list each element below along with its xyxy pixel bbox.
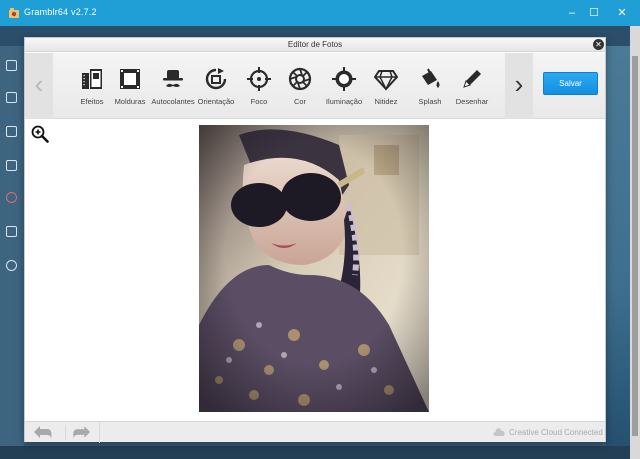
lighting-icon xyxy=(332,67,356,91)
photo-editor-dialog: Editor de Fotos ✕ ‹ Efeitos Molduras Aut… xyxy=(24,37,606,443)
redo-icon[interactable] xyxy=(65,425,93,440)
host-sidebar xyxy=(0,46,24,446)
sidebar-icon[interactable] xyxy=(6,126,17,137)
creative-cloud-status: Creative Cloud Connected xyxy=(509,428,603,437)
draw-icon xyxy=(463,70,481,88)
sidebar-icon[interactable] xyxy=(6,260,17,271)
splash-icon xyxy=(422,68,440,88)
editor-footer: Creative Cloud Connected xyxy=(25,421,605,443)
host-scrollbar[interactable] xyxy=(630,26,640,459)
tool-orientation[interactable]: Orientação xyxy=(193,67,239,113)
frames-icon xyxy=(120,69,140,89)
color-icon xyxy=(288,67,312,91)
creative-cloud-icon xyxy=(493,428,505,436)
host-titlebar: Gramblr64 v2.7.2 – ☐ ✕ xyxy=(0,0,640,26)
close-window-button[interactable]: ✕ xyxy=(604,0,640,26)
app-logo-icon xyxy=(9,8,19,18)
dialog-title: Editor de Fotos xyxy=(287,40,343,49)
dialog-header: Editor de Fotos ✕ xyxy=(25,38,605,52)
tool-focus[interactable]: Foco xyxy=(236,67,282,113)
host-bottom-strip xyxy=(0,446,630,459)
tool-frames[interactable]: Molduras xyxy=(107,67,153,113)
orientation-icon xyxy=(205,68,227,90)
photo-preview xyxy=(199,125,429,412)
effects-icon xyxy=(82,69,102,89)
app-title: Gramblr64 v2.7.2 xyxy=(24,7,97,17)
host-right-panel xyxy=(606,46,630,446)
editor-toolbar: ‹ Efeitos Molduras Autocolantes Orientaç… xyxy=(25,53,605,119)
tool-draw[interactable]: Desenhar xyxy=(449,67,495,113)
stickers-icon xyxy=(163,70,183,87)
sidebar-icon[interactable] xyxy=(6,226,17,237)
sharpness-icon xyxy=(374,70,398,91)
tool-stickers[interactable]: Autocolantes xyxy=(150,67,196,113)
tool-splash[interactable]: Splash xyxy=(407,67,453,113)
tool-color[interactable]: Cor xyxy=(277,67,323,113)
tool-label: Desenhar xyxy=(455,97,489,106)
editor-canvas xyxy=(25,120,605,420)
sidebar-icon[interactable] xyxy=(6,160,17,171)
scrollbar-thumb[interactable] xyxy=(632,56,638,436)
tools-next-button[interactable]: › xyxy=(505,53,533,119)
heart-icon[interactable] xyxy=(6,192,17,203)
footer-divider xyxy=(99,422,100,443)
save-button[interactable]: Salvar xyxy=(543,72,598,95)
zoom-in-icon[interactable] xyxy=(31,125,49,143)
close-dialog-button[interactable]: ✕ xyxy=(593,39,604,50)
tool-lighting[interactable]: Iluminação xyxy=(321,67,367,113)
tools-prev-button[interactable]: ‹ xyxy=(25,53,53,119)
tool-sharpness[interactable]: Nitidez xyxy=(363,67,409,113)
undo-icon[interactable] xyxy=(31,425,59,440)
focus-icon xyxy=(247,67,271,91)
sidebar-icon[interactable] xyxy=(6,60,17,71)
sidebar-icon[interactable] xyxy=(6,92,17,103)
